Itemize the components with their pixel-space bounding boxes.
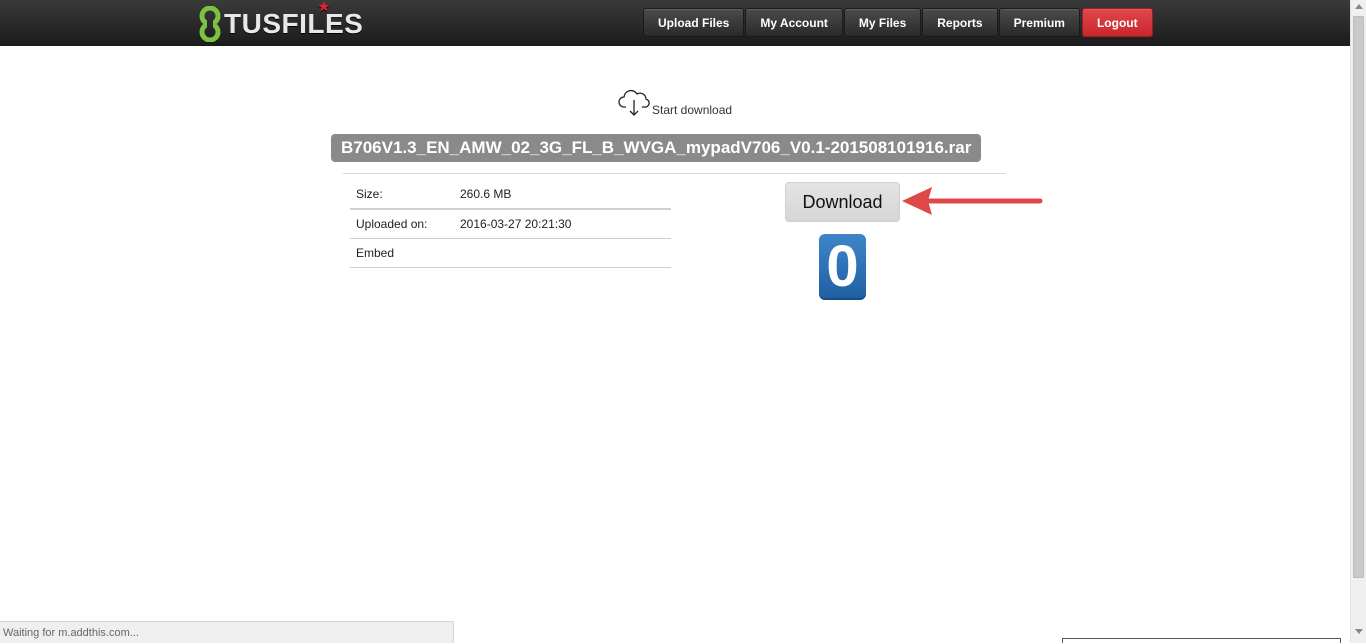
nav-premium-button[interactable]: Premium bbox=[998, 8, 1080, 37]
info-label: Size: bbox=[356, 187, 383, 201]
info-row-size: Size: 260.6 MB bbox=[350, 180, 671, 210]
star-icon: ★ bbox=[318, 0, 331, 14]
info-value: 260.6 MB bbox=[460, 187, 512, 201]
site-logo[interactable]: TUSFILES ★ bbox=[198, 0, 364, 43]
info-row-embed[interactable]: Embed bbox=[350, 239, 671, 268]
nav-reports-button[interactable]: Reports bbox=[922, 8, 998, 37]
browser-status-bar: Waiting for m.addthis.com... bbox=[0, 621, 454, 643]
file-info-table: Size: 260.6 MB Uploaded on: 2016-03-27 2… bbox=[350, 180, 671, 268]
nav-upload-files-button[interactable]: Upload Files bbox=[643, 8, 745, 37]
divider bbox=[343, 173, 1006, 174]
info-label: Uploaded on: bbox=[356, 217, 428, 231]
nav-my-account-button[interactable]: My Account bbox=[745, 8, 843, 37]
main-nav: Upload Files My Account My Files Reports… bbox=[643, 8, 1154, 37]
start-download-link[interactable]: Start download bbox=[618, 89, 732, 117]
nav-my-files-button[interactable]: My Files bbox=[843, 8, 922, 37]
info-label[interactable]: Embed bbox=[350, 246, 460, 260]
bottom-overlay-edge bbox=[1062, 638, 1341, 643]
top-navigation-bar: TUSFILES ★ Upload Files My Account My Fi… bbox=[0, 0, 1350, 46]
start-download-label[interactable]: Start download bbox=[652, 103, 732, 117]
logout-button[interactable]: Logout bbox=[1081, 8, 1153, 37]
scroll-up-arrow-icon[interactable] bbox=[1355, 4, 1363, 9]
countdown-timer: 0 bbox=[819, 234, 866, 300]
info-value: 2016-03-27 20:21:30 bbox=[460, 217, 572, 231]
scrollbar-thumb[interactable] bbox=[1353, 16, 1364, 578]
info-row-uploaded: Uploaded on: 2016-03-27 20:21:30 bbox=[350, 210, 671, 239]
logo-text: TUSFILES ★ bbox=[224, 0, 364, 39]
cloud-download-icon bbox=[618, 89, 650, 117]
file-name-title: B706V1.3_EN_AMW_02_3G_FL_B_WVGA_mypadV70… bbox=[331, 134, 982, 162]
download-button[interactable]: Download bbox=[785, 182, 900, 222]
tusfiles-logo-icon bbox=[198, 5, 222, 43]
red-arrow-icon bbox=[902, 187, 1043, 215]
scroll-down-arrow-icon[interactable] bbox=[1355, 629, 1363, 634]
vertical-scrollbar[interactable] bbox=[1350, 0, 1366, 643]
